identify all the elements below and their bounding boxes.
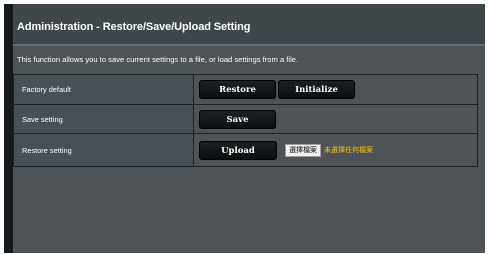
restore-setting-actions: Upload 選擇檔案 未選擇任何檔案 [193, 133, 478, 167]
page-description: This function allows you to save current… [17, 55, 299, 64]
save-button[interactable]: Save [199, 109, 276, 129]
save-setting-actions: Save [193, 104, 478, 134]
save-setting-label: Save setting [13, 104, 194, 134]
row-save-setting: Save setting Save [13, 104, 478, 134]
settings-table: Factory default Restore Initialize Save s… [13, 74, 478, 167]
file-status-text: 未選擇任何檔案 [324, 147, 373, 154]
page-title: Administration - Restore/Save/Upload Set… [17, 21, 251, 33]
row-factory-default: Factory default Restore Initialize [13, 74, 478, 105]
initialize-button[interactable]: Initialize [278, 80, 355, 99]
admin-panel: Administration - Restore/Save/Upload Set… [4, 4, 485, 253]
restore-button[interactable]: Restore [199, 80, 276, 99]
upload-button[interactable]: Upload [199, 140, 277, 160]
header-divider [13, 44, 485, 46]
factory-default-actions: Restore Initialize [193, 74, 478, 105]
choose-file-button[interactable]: 選擇檔案 [285, 143, 321, 157]
factory-default-label: Factory default [13, 74, 194, 105]
panel-header: Administration - Restore/Save/Upload Set… [13, 4, 485, 44]
row-restore-setting: Restore setting Upload 選擇檔案 未選擇任何檔案 [13, 133, 478, 167]
restore-setting-label: Restore setting [13, 133, 194, 167]
side-strip [4, 4, 13, 253]
